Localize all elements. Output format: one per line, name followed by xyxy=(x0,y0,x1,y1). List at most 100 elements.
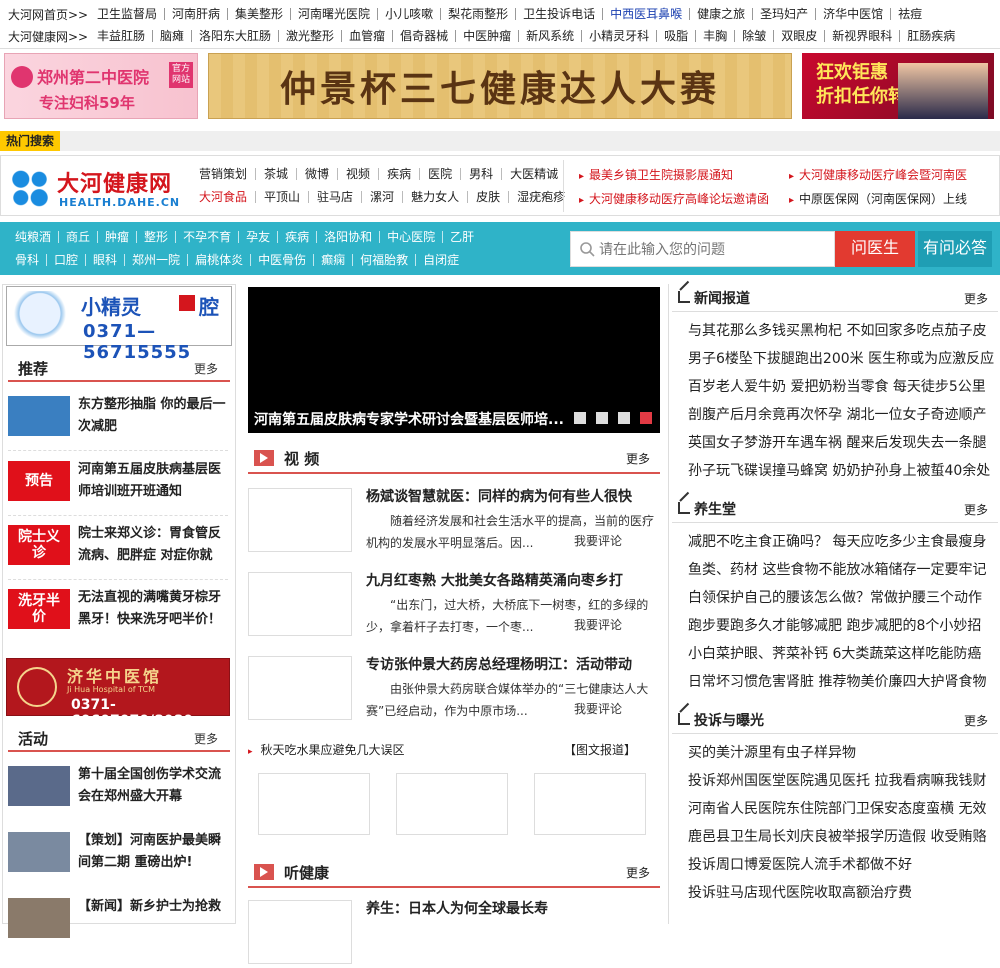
news-item[interactable]: 孙子玩飞碟误撞马蜂窝 奶奶护孙身上被蜇40余处 xyxy=(688,457,994,485)
list-item[interactable]: 【新闻】新乡护士为抢救 xyxy=(8,892,228,948)
pic-thumb[interactable] xyxy=(534,773,646,835)
category-link[interactable]: 郑州一院 xyxy=(124,254,187,266)
top-link[interactable]: 圣玛妇产 xyxy=(752,8,815,20)
category-link[interactable]: 骨科 xyxy=(8,254,46,266)
top-link[interactable]: 河南肝病 xyxy=(164,8,227,20)
category-link[interactable]: 中医骨伤 xyxy=(250,254,313,266)
news-item[interactable]: 剖腹产后月余竟再次怀孕 湖北一位女子奇迹顺产 xyxy=(688,401,994,429)
category-link[interactable]: 不孕不育 xyxy=(175,231,238,243)
top-link[interactable]: 脑瘫 xyxy=(152,30,191,42)
category-link[interactable]: 孕友 xyxy=(238,231,277,243)
top-link[interactable]: 肛肠疾病 xyxy=(899,30,962,42)
category-link[interactable]: 口腔 xyxy=(46,254,85,266)
top-link[interactable]: 新视界眼科 xyxy=(824,30,899,42)
category-link[interactable]: 乙肝 xyxy=(442,231,481,243)
nav-link[interactable]: 疾病 xyxy=(378,168,419,180)
news-item[interactable]: 英国女子梦游开车遇车祸 醒来后发现失去一条腿 xyxy=(688,429,994,457)
recommend-more-link[interactable]: 更多 xyxy=(194,360,218,377)
banner-promotion[interactable]: 狂欢钜惠 折扣任你转 xyxy=(802,53,994,119)
complain-item[interactable]: 鹿邑县卫生局长刘庆良被举报学历造假 收受贿赂 xyxy=(688,823,994,851)
top-link[interactable]: 洛阳东大肛肠 xyxy=(191,30,278,42)
top-link[interactable]: 中西医耳鼻喉 xyxy=(602,8,689,20)
nav-link[interactable]: 男科 xyxy=(460,168,501,180)
nav-link[interactable]: 平顶山 xyxy=(255,191,308,203)
list-item[interactable]: 东方整形抽脂 你的最后一次减肥 xyxy=(8,390,228,446)
top-news-item[interactable]: 最美乡镇卫生院摄影展通知 xyxy=(579,166,733,183)
video-title[interactable]: 专访张仲景大药房总经理杨明江：活动带动 xyxy=(366,654,632,674)
list-item[interactable]: 预告 河南第五届皮肤病基层医师培训班开班通知 xyxy=(8,455,228,511)
nav-link[interactable]: 皮肤 xyxy=(467,191,508,203)
top-news-item[interactable]: 中原医保网（河南医保网）上线 xyxy=(789,190,967,207)
top-link[interactable]: 河南曙光医院 xyxy=(290,8,377,20)
health-item[interactable]: 鱼类、药材 这些食物不能放冰箱储存一定要牢记 xyxy=(688,556,994,584)
video-title[interactable]: 杨斌谈智慧就医：同样的病为何有些人很快 xyxy=(366,486,632,506)
category-link[interactable]: 扁桃体炎 xyxy=(187,254,250,266)
news-item[interactable]: 男子6楼坠下拔腿跑出200米 医生称或为应激反应 xyxy=(688,345,994,373)
top-link[interactable]: 卫生监督局 xyxy=(90,8,164,20)
complain-item[interactable]: 投诉驻马店现代医院收取高额治疗费 xyxy=(688,879,994,907)
nav-link[interactable]: 营销策划 xyxy=(199,168,255,180)
pic-thumb[interactable] xyxy=(396,773,508,835)
listen-item-title[interactable]: 养生：日本人为何全球最长寿 xyxy=(366,898,548,918)
complain-more-link[interactable]: 更多 xyxy=(964,712,988,729)
item-title[interactable]: 东方整形抽脂 你的最后一次减肥 xyxy=(78,394,228,438)
top-link[interactable]: 小精灵牙科 xyxy=(581,30,656,42)
category-link[interactable]: 肿瘤 xyxy=(97,231,136,243)
complain-item[interactable]: 投诉郑州国医堂医院遇见医托 拉我看病嘛我钱财 xyxy=(688,767,994,795)
banner-health-contest[interactable]: 仲景杯三七健康达人大赛 xyxy=(208,53,792,119)
category-link[interactable]: 洛阳协和 xyxy=(316,231,379,243)
video-item[interactable]: 杨斌谈智慧就医：同样的病为何有些人很快 随着经济发展和社会生活水平的提高，当前的医… xyxy=(248,486,660,556)
top-link[interactable]: 新风系统 xyxy=(518,30,581,42)
top-link[interactable]: 丰胸 xyxy=(695,30,734,42)
answer-button[interactable]: 有问必答 xyxy=(918,231,992,267)
list-item[interactable]: 【策划】河南医护最美瞬间第二期 重磅出炉! xyxy=(8,826,228,882)
top-link[interactable]: 吸脂 xyxy=(656,30,695,42)
comment-link[interactable]: 我要评论 xyxy=(570,532,623,549)
activity-more-link[interactable]: 更多 xyxy=(194,730,218,747)
listen-more-link[interactable]: 更多 xyxy=(626,864,650,881)
item-title[interactable]: 第十届全国创伤学术交流会在郑州盛大开幕 xyxy=(78,764,228,808)
news-item[interactable]: 百岁老人爱牛奶 爱把奶粉当零食 每天徒步5公里 xyxy=(688,373,994,401)
slide-dot[interactable] xyxy=(596,412,608,424)
list-item[interactable]: 院士义诊 院士来郑义诊：胃食管反流病、肥胖症 对症你就 xyxy=(8,519,228,575)
video-title[interactable]: 九月红枣熟 大批美女各路精英涌向枣乡打 xyxy=(366,570,623,590)
news-more-link[interactable]: 更多 xyxy=(964,290,988,307)
video-item[interactable]: 专访张仲景大药房总经理杨明江：活动带动 由张仲景大药房联合媒体举办的“三七健康达人… xyxy=(248,654,660,724)
pic-report-link[interactable]: 【图文报道】 xyxy=(564,741,636,758)
comment-link[interactable]: 我要评论 xyxy=(570,616,623,633)
slide-dot-active[interactable] xyxy=(640,412,652,424)
top-link[interactable]: 除皱 xyxy=(734,30,773,42)
nav-link[interactable]: 驻马店 xyxy=(308,191,361,203)
complain-item[interactable]: 河南省人民医院东住院部门卫保安态度蛮横 无效 xyxy=(688,795,994,823)
comment-link[interactable]: 我要评论 xyxy=(570,700,623,717)
item-title[interactable]: 院士来郑义诊：胃食管反流病、肥胖症 对症你就 xyxy=(78,523,228,567)
category-link[interactable]: 癫痫 xyxy=(313,254,352,266)
top-link[interactable]: 倡奇器械 xyxy=(392,30,455,42)
video-player[interactable]: 河南第五届皮肤病专家学术研讨会暨基层医师培... xyxy=(248,287,660,433)
top-link[interactable]: 激光整形 xyxy=(278,30,341,42)
slide-dot[interactable] xyxy=(618,412,630,424)
item-title[interactable]: 【新闻】新乡护士为抢救 xyxy=(78,896,228,918)
video-thumb[interactable] xyxy=(248,488,352,552)
nav-link[interactable]: 漯河 xyxy=(361,191,402,203)
complain-item[interactable]: 买的美汁源里有虫子样异物 xyxy=(688,739,994,767)
health-item[interactable]: 日常坏习惯危害肾脏 推荐物美价廉四大护肾食物 xyxy=(688,668,994,696)
category-link[interactable]: 商丘 xyxy=(58,231,97,243)
health-item[interactable]: 跑步要跑多久才能够减肥 跑步减肥的8个小妙招 xyxy=(688,612,994,640)
category-link[interactable]: 纯粮酒 xyxy=(8,231,58,243)
health-item[interactable]: 小白菜护眼、荠菜补钙 6大类蔬菜这样吃能防癌 xyxy=(688,640,994,668)
video-thumb[interactable] xyxy=(248,656,352,720)
category-link[interactable]: 中心医院 xyxy=(379,231,442,243)
nav-link[interactable]: 大医精诚 xyxy=(501,168,566,180)
ask-doctor-button[interactable]: 问医生 xyxy=(835,231,915,267)
list-item[interactable]: 第十届全国创伤学术交流会在郑州盛大开幕 xyxy=(8,760,228,816)
video-thumb[interactable] xyxy=(248,572,352,636)
slide-dot[interactable] xyxy=(574,412,586,424)
pic-thumb[interactable] xyxy=(258,773,370,835)
nav-link[interactable]: 微博 xyxy=(296,168,337,180)
video-item[interactable]: 九月红枣熟 大批美女各路精英涌向枣乡打 “出东门，过大桥，大桥底下一树枣，红的多绿… xyxy=(248,570,660,640)
complain-item[interactable]: 投诉周口博爱医院人流手术都做不好 xyxy=(688,851,994,879)
category-link[interactable]: 疾病 xyxy=(277,231,316,243)
item-title[interactable]: 无法直视的满嘴黄牙棕牙黑牙！快来洗牙吧半价！ xyxy=(78,587,228,631)
category-link[interactable]: 整形 xyxy=(136,231,175,243)
